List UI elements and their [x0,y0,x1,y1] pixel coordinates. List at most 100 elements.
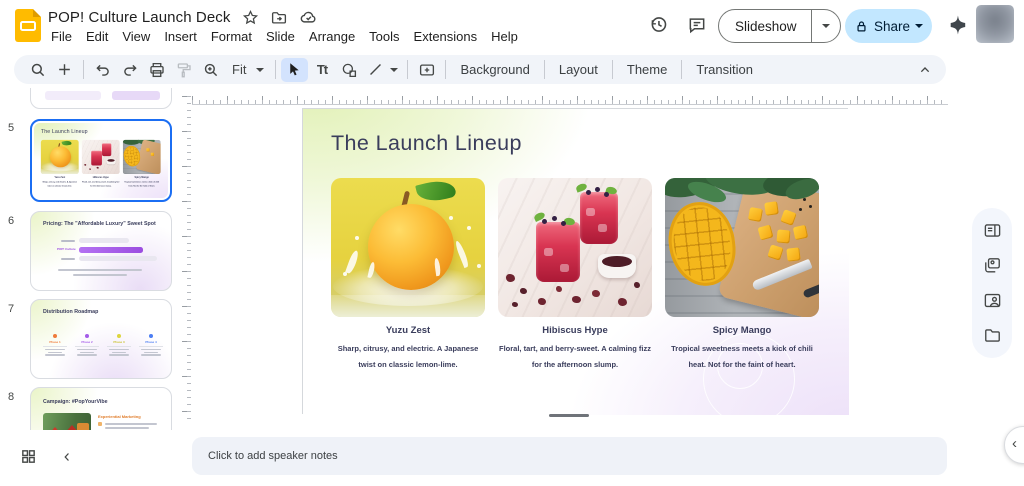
slideshow-button[interactable]: Slideshow [718,9,841,43]
vertical-ruler [182,96,191,422]
menu-extensions[interactable]: Extensions [407,27,485,46]
layout-button[interactable]: Layout [550,62,607,77]
product-card-mango[interactable]: Spicy Mango Tropical sweetness meets a k… [665,178,819,373]
menu-slide[interactable]: Slide [259,27,302,46]
logo-screen [20,21,36,31]
insert-placeholder-icon[interactable] [413,58,440,82]
theme-button[interactable]: Theme [618,62,676,77]
photo-stack-icon[interactable] [983,256,1002,275]
thumb6-caption-line [58,269,142,271]
menu-view[interactable]: View [115,27,157,46]
mango-cube [776,229,790,243]
yuzu-image[interactable] [331,178,485,317]
slide-canvas[interactable]: The Launch Lineup [180,88,980,430]
cloud-saved-icon[interactable] [299,8,318,27]
image-search-icon[interactable] [983,291,1002,310]
grid-view-icon[interactable] [20,448,37,465]
product-description[interactable]: Tropical sweetness meets a kick of chili… [665,341,819,373]
undo-icon[interactable] [89,58,116,82]
menu-tools[interactable]: Tools [362,27,406,46]
outline-panel-icon[interactable] [983,221,1002,240]
zoom-select[interactable]: Fit [224,62,270,77]
phase4-dot [149,334,153,338]
thumb5-preview: The Launch Lineup Yuzu Zest Sharp, citru… [34,123,168,198]
slides-logo[interactable] [15,9,41,42]
document-title[interactable]: POP! Culture Launch Deck [48,9,231,26]
thumb6-bar2 [79,247,143,253]
toolbar-divider [544,60,545,79]
thumb8-photo [43,413,91,430]
current-slide[interactable]: The Launch Lineup [302,108,848,414]
peppercorn [803,198,806,201]
product-name[interactable]: Yuzu Zest [331,325,485,336]
toolbar-divider [407,60,408,79]
print-icon[interactable] [143,58,170,82]
product-card-yuzu[interactable]: Yuzu Zest Sharp, citrusy, and electric. … [331,178,485,373]
gemini-sparkle-icon[interactable] [946,13,970,37]
thumb8-bullet [98,422,102,426]
slide-5-number: 5 [8,122,14,134]
paint-format-icon[interactable] [170,58,197,82]
zoom-caret-icon [256,68,264,72]
new-slide-plus-icon[interactable] [51,58,78,82]
search-menus-icon[interactable] [24,58,51,82]
menu-file[interactable]: File [44,27,79,46]
folder-icon[interactable] [983,326,1002,345]
main-toolbar: Fit Tt Background Layout Theme Transitio… [14,55,946,84]
share-dropdown-caret-icon[interactable] [915,24,923,28]
slide-thumbnail-7[interactable]: Distribution Roadmap Phase 1 Phase 2 Pha… [30,299,172,379]
line-tool-caret-icon[interactable] [390,68,398,72]
move-folder-icon[interactable] [270,9,288,27]
comments-icon[interactable] [687,15,707,35]
slide-thumbnail-6[interactable]: Pricing: The "Affordable Luxury" Sweet S… [30,211,172,291]
collapse-filmstrip-icon[interactable] [60,450,74,464]
account-avatar[interactable] [976,5,1014,43]
thumb8-title: Campaign: #PopYourVibe [43,399,108,405]
menu-edit[interactable]: Edit [79,27,115,46]
thumb6-bar1 [79,238,129,243]
slide-filmstrip[interactable]: 5 The Launch Lineup Yuzu Zest Sharp, cit… [0,88,180,430]
dried-petal [506,274,515,282]
slide-title[interactable]: The Launch Lineup [331,131,522,156]
background-button[interactable]: Background [451,62,538,77]
line-tool[interactable] [362,58,389,82]
slide-thumbnail-5-selected[interactable]: The Launch Lineup Yuzu Zest Sharp, citru… [30,119,172,202]
zoom-in-icon[interactable] [197,58,224,82]
horizontal-scroll-indicator[interactable] [549,414,589,417]
product-description[interactable]: Floral, tart, and berry-sweet. A calming… [498,341,652,373]
slideshow-dropdown[interactable] [812,24,840,28]
product-card-hibiscus[interactable]: Hibiscus Hype Floral, tart, and berry-sw… [498,178,652,373]
select-cursor-tool[interactable] [281,58,308,82]
text-box-tool[interactable]: Tt [308,58,335,82]
shape-tool[interactable] [335,58,362,82]
ice-cube [598,224,607,232]
menu-format[interactable]: Format [204,27,259,46]
slide-thumbnail-4[interactable] [30,88,172,109]
yuzu-fruit [368,204,454,290]
menu-help[interactable]: Help [484,27,525,46]
mango-image[interactable] [665,178,819,317]
product-name[interactable]: Hibiscus Hype [498,325,652,336]
collapse-toolbar-icon[interactable] [911,58,938,82]
thumb6-bar3-label [61,258,75,260]
version-history-icon[interactable] [648,14,669,35]
product-name[interactable]: Spicy Mango [665,325,819,336]
dried-petal [618,298,627,306]
thumb7-title: Distribution Roadmap [43,309,98,315]
menu-insert[interactable]: Insert [157,27,204,46]
product-description[interactable]: Sharp, citrusy, and electric. A Japanese… [331,341,485,373]
hibiscus-image[interactable] [498,178,652,317]
transition-button[interactable]: Transition [687,62,762,77]
redo-icon[interactable] [116,58,143,82]
mango-cube [748,207,763,222]
star-icon[interactable] [242,9,259,26]
water-droplet [355,236,359,240]
menu-arrange[interactable]: Arrange [302,27,362,46]
toolbar-divider [83,60,84,79]
share-label: Share [874,19,910,34]
speaker-notes[interactable]: Click to add speaker notes [192,437,947,475]
berry [604,192,609,197]
dried-petal [520,288,527,294]
slide-thumbnail-8[interactable]: Campaign: #PopYourVibe Experiential Mark… [30,387,172,430]
share-button[interactable]: Share [845,9,932,43]
